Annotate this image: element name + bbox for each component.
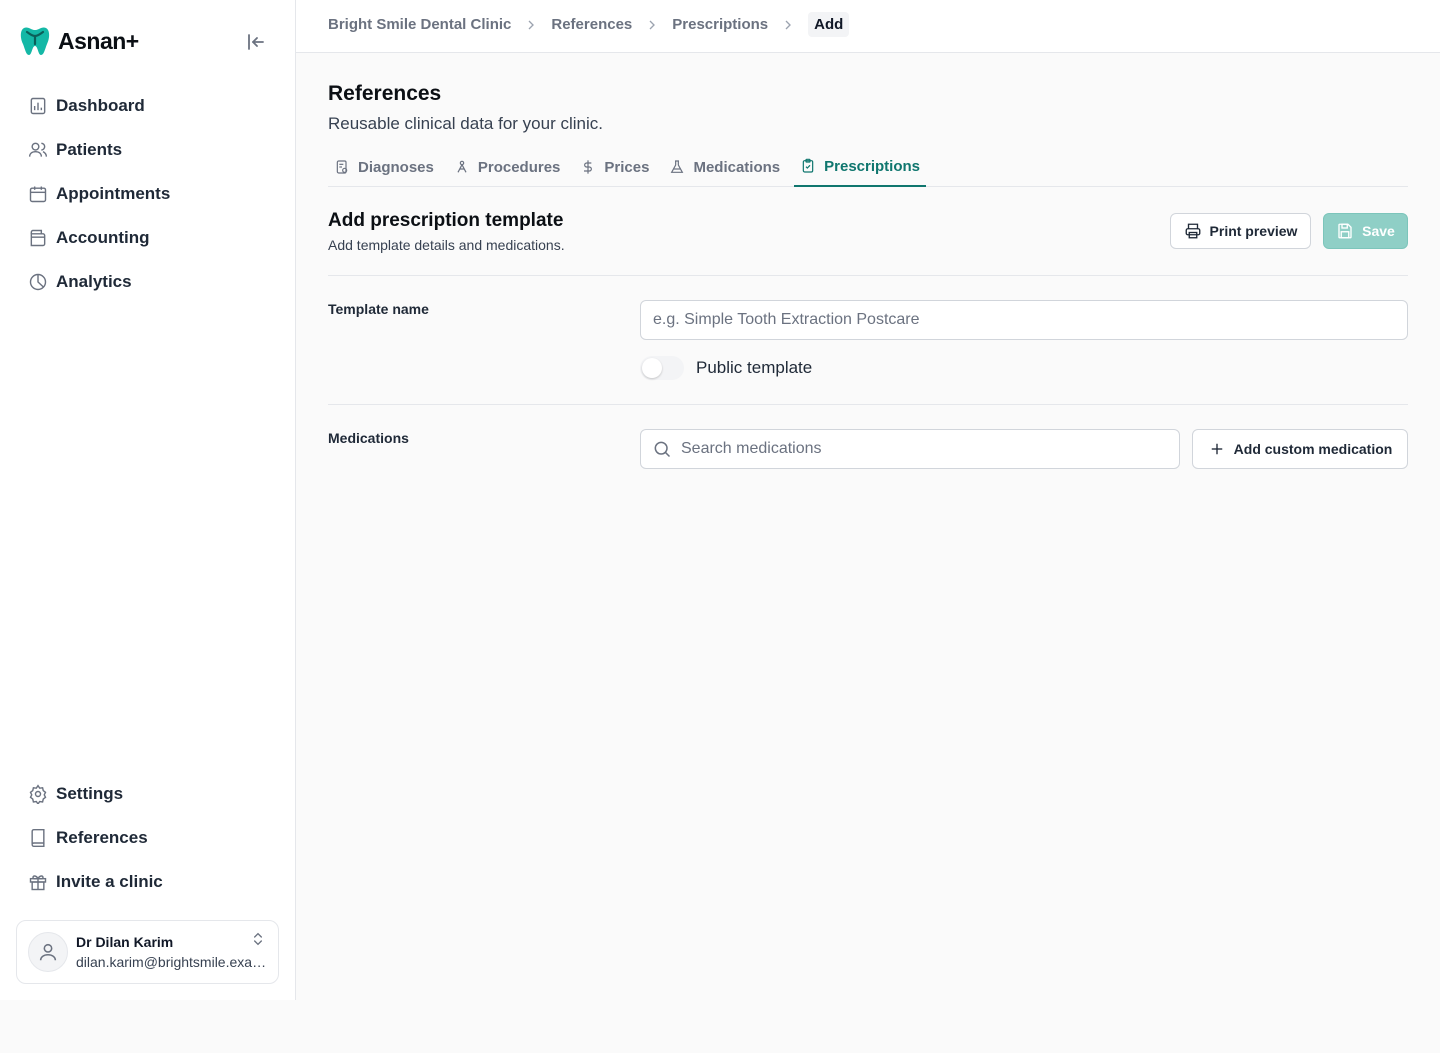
dollar-icon <box>584 160 593 174</box>
tab-procedures[interactable]: Procedures <box>448 147 567 187</box>
breadcrumb-prescriptions[interactable]: Prescriptions <box>672 16 768 33</box>
wallet-icon <box>30 229 46 247</box>
add-custom-medication-label: Add custom medication <box>1233 441 1393 457</box>
plus-icon <box>1211 443 1222 455</box>
clipboard-icon <box>336 160 348 174</box>
print-preview-label: Print preview <box>1209 223 1298 239</box>
sidebar-item-dashboard[interactable]: Dashboard <box>16 84 280 128</box>
reference-tabs: Diagnoses Procedures Prices Medications … <box>328 147 1408 187</box>
public-template-toggle[interactable] <box>640 356 684 380</box>
user-info: Dr Dilan Karim dilan.karim@brightsmile.e… <box>76 934 268 970</box>
sidebar-item-analytics[interactable]: Analytics <box>16 260 280 304</box>
avatar <box>28 932 68 972</box>
search-icon <box>654 441 671 458</box>
breadcrumb-current: Add <box>808 12 850 37</box>
tab-label: Prescriptions <box>824 157 921 175</box>
collapse-sidebar-icon[interactable] <box>244 30 268 54</box>
print-preview-button[interactable]: Print preview <box>1170 213 1311 249</box>
medications-label: Medications <box>328 430 409 446</box>
page-subtitle: Reusable clinical data for your clinic. <box>328 114 603 133</box>
divider <box>328 404 1408 405</box>
user-name: Dr Dilan Karim <box>76 934 174 950</box>
add-custom-medication-button[interactable]: Add custom medication <box>1192 429 1408 469</box>
save-label: Save <box>1362 223 1395 239</box>
chevron-right-icon <box>785 20 792 29</box>
tab-medications[interactable]: Medications <box>663 147 786 187</box>
sidebar-item-label: Accounting <box>56 228 150 247</box>
tab-prices[interactable]: Prices <box>574 147 655 187</box>
toggle-knob <box>642 358 662 378</box>
chevron-right-icon <box>649 20 656 29</box>
tab-prescriptions[interactable]: Prescriptions <box>794 147 927 187</box>
book-icon <box>31 828 45 848</box>
user-icon <box>39 943 57 961</box>
gift-icon <box>29 875 47 891</box>
sidebar-item-label: Dashboard <box>56 96 145 115</box>
medication-search-input[interactable] <box>640 429 1180 469</box>
sidebar: Asnan+ Dashboard Patients Appointments A… <box>0 0 296 1000</box>
save-button[interactable]: Save <box>1323 213 1408 249</box>
divider <box>328 275 1408 276</box>
app-logo[interactable]: Asnan+ <box>18 24 139 58</box>
form-subtitle: Add template details and medications. <box>328 237 565 253</box>
sidebar-item-references[interactable]: References <box>16 816 280 860</box>
form-title: Add prescription template <box>328 210 564 231</box>
sidebar-nav-main: Dashboard Patients Appointments Accounti… <box>16 84 280 304</box>
tab-label: Procedures <box>477 158 561 176</box>
clipboard-check-icon <box>802 158 814 173</box>
chart-icon <box>30 97 46 115</box>
printer-icon <box>1185 223 1200 239</box>
breadcrumb: Bright Smile Dental Clinic References Pr… <box>328 12 850 37</box>
breadcrumb-clinic[interactable]: Bright Smile Dental Clinic <box>328 16 511 33</box>
gear-icon <box>29 784 47 804</box>
top-bar: Bright Smile Dental Clinic References Pr… <box>296 0 1440 53</box>
sidebar-item-patients[interactable]: Patients <box>16 128 280 172</box>
sidebar-item-label: Invite a clinic <box>56 872 163 891</box>
template-name-label: Template name <box>328 301 429 317</box>
sidebar-item-settings[interactable]: Settings <box>16 772 280 816</box>
user-email: dilan.karim@brightsmile.example <box>76 954 268 970</box>
tooth-logo-icon <box>20 27 50 55</box>
procedure-icon <box>457 160 467 173</box>
user-menu[interactable]: Dr Dilan Karim dilan.karim@brightsmile.e… <box>16 920 279 984</box>
pie-chart-icon <box>29 273 47 291</box>
sidebar-item-label: Patients <box>56 140 123 159</box>
tab-label: Diagnoses <box>358 158 434 176</box>
template-name-input[interactable] <box>640 300 1408 340</box>
breadcrumb-references[interactable]: References <box>551 16 632 33</box>
sidebar-item-invite-clinic[interactable]: Invite a clinic <box>16 860 280 904</box>
tab-label: Prices <box>604 158 650 176</box>
sidebar-item-label: References <box>56 828 148 847</box>
save-icon <box>1338 223 1352 239</box>
sidebar-item-accounting[interactable]: Accounting <box>16 216 280 260</box>
tab-label: Medications <box>693 158 781 176</box>
sidebar-item-label: Appointments <box>56 184 171 203</box>
chevron-up-down-icon <box>254 932 262 946</box>
sidebar-nav-secondary: Settings References Invite a clinic <box>16 772 280 904</box>
users-icon <box>28 142 48 157</box>
chevron-right-icon <box>528 20 535 29</box>
sidebar-item-appointments[interactable]: Appointments <box>16 172 280 216</box>
tab-diagnoses[interactable]: Diagnoses <box>328 147 440 187</box>
flask-icon <box>671 160 684 173</box>
app-name: Asnan+ <box>58 27 139 54</box>
page-title: References <box>328 82 442 105</box>
calendar-icon <box>29 186 47 203</box>
sidebar-item-label: Analytics <box>56 272 132 291</box>
sidebar-item-label: Settings <box>56 784 124 803</box>
public-template-label: Public template <box>696 358 813 377</box>
